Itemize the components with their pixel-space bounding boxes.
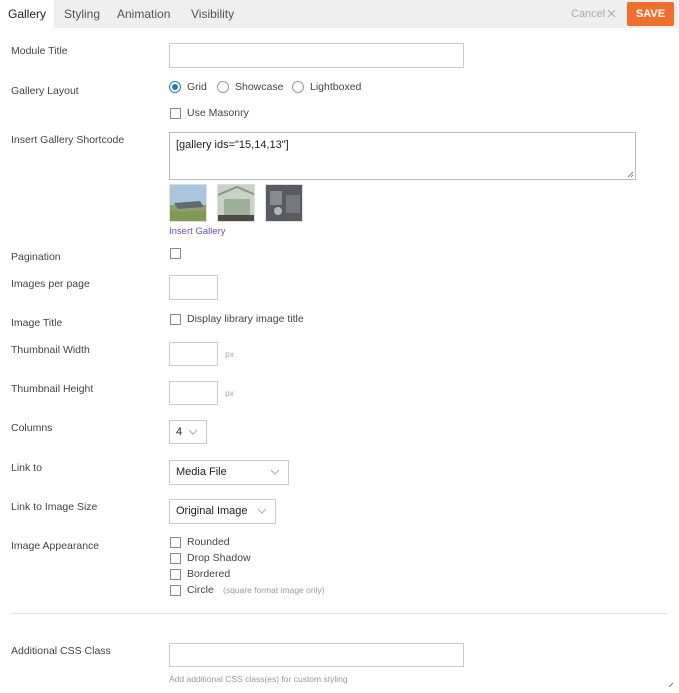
images-per-page-input[interactable] [169, 275, 218, 300]
greenhouse-thumbnail[interactable] [217, 184, 255, 222]
display-title-checkbox[interactable] [170, 314, 181, 325]
shortcode-label: Insert Gallery Shortcode [11, 134, 125, 146]
gallery-layout-label: Gallery Layout [11, 85, 79, 97]
circle-note: (square format image only) [223, 585, 325, 595]
shortcode-value: [gallery ids="15,14,13"] [176, 139, 289, 151]
module-title-label: Module Title [11, 45, 68, 57]
drop-shadow-checkbox[interactable] [170, 553, 181, 564]
link-to-label: Link to [11, 462, 42, 474]
images-per-page-label: Images per page [11, 278, 90, 290]
tab-animation[interactable]: Animation [117, 0, 170, 28]
tab-gallery[interactable]: Gallery [0, 0, 54, 28]
bordered-label: Bordered [187, 568, 231, 580]
radio-grid-label: Grid [187, 81, 207, 93]
thumbnail-height-unit: px [225, 388, 234, 398]
tab-styling[interactable]: Styling [64, 0, 100, 28]
circle-label: Circle [187, 584, 214, 596]
chevron-down-icon [257, 508, 267, 514]
columns-label: Columns [11, 422, 53, 434]
use-masonry-label: Use Masonry [187, 107, 249, 119]
circle-checkbox[interactable] [170, 585, 181, 596]
image-appearance-label: Image Appearance [11, 540, 100, 552]
thumbnail-width-input[interactable] [169, 342, 218, 366]
link-to-select[interactable]: Media File [169, 460, 289, 485]
columns-select[interactable]: 4 [169, 420, 207, 444]
pagination-checkbox[interactable] [170, 248, 181, 259]
save-button[interactable]: SAVE [627, 2, 674, 26]
resize-handle-icon[interactable] [627, 171, 634, 178]
radio-showcase[interactable] [217, 81, 229, 93]
interior-thumbnail[interactable] [265, 184, 303, 222]
thumbnail-height-input[interactable] [169, 381, 218, 405]
css-class-label: Additional CSS Class [11, 645, 111, 657]
tab-bar: Gallery Styling Animation Visibility Can… [0, 0, 679, 28]
thumbnail-width-label: Thumbnail Width [11, 344, 90, 356]
rounded-checkbox[interactable] [170, 537, 181, 548]
link-image-size-select[interactable]: Original Image [169, 499, 276, 524]
tab-visibility[interactable]: Visibility [191, 0, 234, 28]
link-image-size-label: Link to Image Size [11, 501, 98, 513]
insert-gallery-link[interactable]: Insert Gallery [169, 226, 226, 237]
cancel-label: Cancel [571, 8, 606, 20]
interior-image [266, 185, 302, 221]
greenhouse-image [218, 185, 254, 221]
section-divider [11, 613, 667, 614]
resize-corner-icon [668, 682, 674, 688]
chevron-down-icon [270, 469, 280, 475]
beach-boat-image [170, 185, 206, 221]
thumbnail-height-label: Thumbnail Height [11, 383, 94, 395]
radio-showcase-label: Showcase [235, 81, 284, 93]
rounded-label: Rounded [187, 536, 230, 548]
chevron-down-icon [188, 429, 198, 435]
shortcode-textarea[interactable]: [gallery ids="15,14,13"] [169, 132, 636, 180]
use-masonry-checkbox[interactable] [170, 108, 181, 119]
css-class-hint: Add additional CSS class(es) for custom … [169, 674, 348, 684]
close-icon[interactable] [607, 9, 616, 18]
columns-value: 4 [176, 426, 183, 438]
cancel-button[interactable]: Cancel [571, 0, 605, 28]
display-title-label: Display library image title [187, 313, 304, 325]
drop-shadow-label: Drop Shadow [187, 552, 251, 564]
css-class-input[interactable] [169, 643, 464, 667]
module-title-input[interactable] [169, 43, 464, 68]
beach-boat-thumbnail[interactable] [169, 184, 207, 222]
pagination-label: Pagination [11, 251, 61, 263]
link-to-value: Media File [176, 466, 227, 478]
radio-grid[interactable] [169, 81, 181, 93]
image-title-label: Image Title [11, 317, 63, 329]
bordered-checkbox[interactable] [170, 569, 181, 580]
radio-lightboxed-label: Lightboxed [310, 81, 362, 93]
link-image-size-value: Original Image [176, 505, 248, 517]
radio-lightboxed[interactable] [292, 81, 304, 93]
thumbnail-width-unit: px [225, 349, 234, 359]
